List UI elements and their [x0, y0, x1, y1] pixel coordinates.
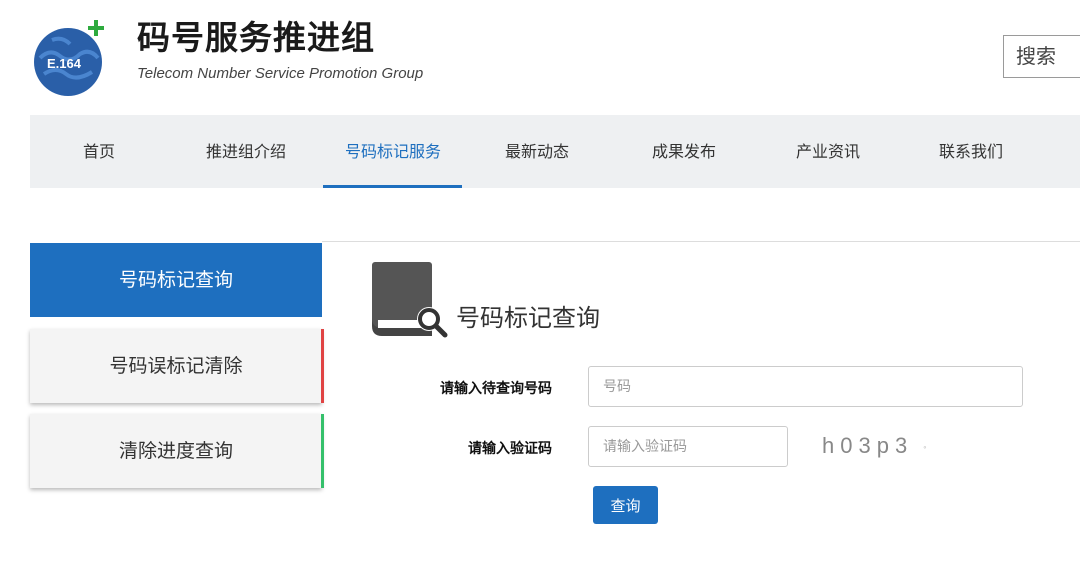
- captcha-noise-icon: ◦: [923, 442, 927, 453]
- sidebar-item-marking-query[interactable]: 号码标记查询: [30, 243, 322, 317]
- sidebar-item-label: 清除进度查询: [118, 440, 233, 462]
- red-marker: [321, 329, 324, 403]
- sidebar-item-removal-progress[interactable]: 清除进度查询: [30, 414, 324, 488]
- captcha-text: h03p3: [822, 433, 914, 458]
- query-button[interactable]: 查询: [593, 486, 658, 524]
- site-subtitle: Telecom Number Service Promotion Group: [137, 65, 424, 82]
- sidebar-item-label: 号码误标记清除: [109, 355, 243, 377]
- logo-text: E.164: [47, 56, 82, 71]
- nav-item-results[interactable]: 成果发布: [639, 115, 729, 188]
- captcha-image[interactable]: h03p3 ◦: [822, 428, 942, 464]
- number-label: 请输入待查询号码: [440, 381, 552, 397]
- captcha-input[interactable]: [588, 426, 788, 467]
- nav-item-industry[interactable]: 产业资讯: [783, 115, 873, 188]
- sidebar-item-mismark-removal[interactable]: 号码误标记清除: [30, 329, 324, 403]
- nav-item-news[interactable]: 最新动态: [492, 115, 582, 188]
- green-marker: [321, 414, 324, 488]
- phone-number-input[interactable]: [588, 366, 1023, 407]
- captcha-label: 请输入验证码: [468, 441, 552, 457]
- sidebar-item-label: 号码标记查询: [118, 269, 233, 291]
- e164-logo[interactable]: E.164: [30, 18, 110, 98]
- nav-item-about[interactable]: 推进组介绍: [191, 115, 301, 188]
- search-label: 搜索: [1016, 44, 1056, 68]
- nav-active-underline: [323, 185, 462, 188]
- site-title: 码号服务推进组: [137, 18, 375, 57]
- search-input[interactable]: 搜索: [1003, 35, 1080, 78]
- content-divider: [322, 241, 1080, 242]
- nav-item-number-marking[interactable]: 号码标记服务: [323, 115, 463, 188]
- nav-item-contact[interactable]: 联系我们: [926, 115, 1016, 188]
- nav-item-home[interactable]: 首页: [74, 115, 124, 188]
- book-search-icon: [372, 262, 452, 342]
- main-nav: 首页 推进组介绍 号码标记服务 最新动态 成果发布 产业资讯 联系我们: [30, 115, 1080, 188]
- section-title: 号码标记查询: [456, 304, 600, 332]
